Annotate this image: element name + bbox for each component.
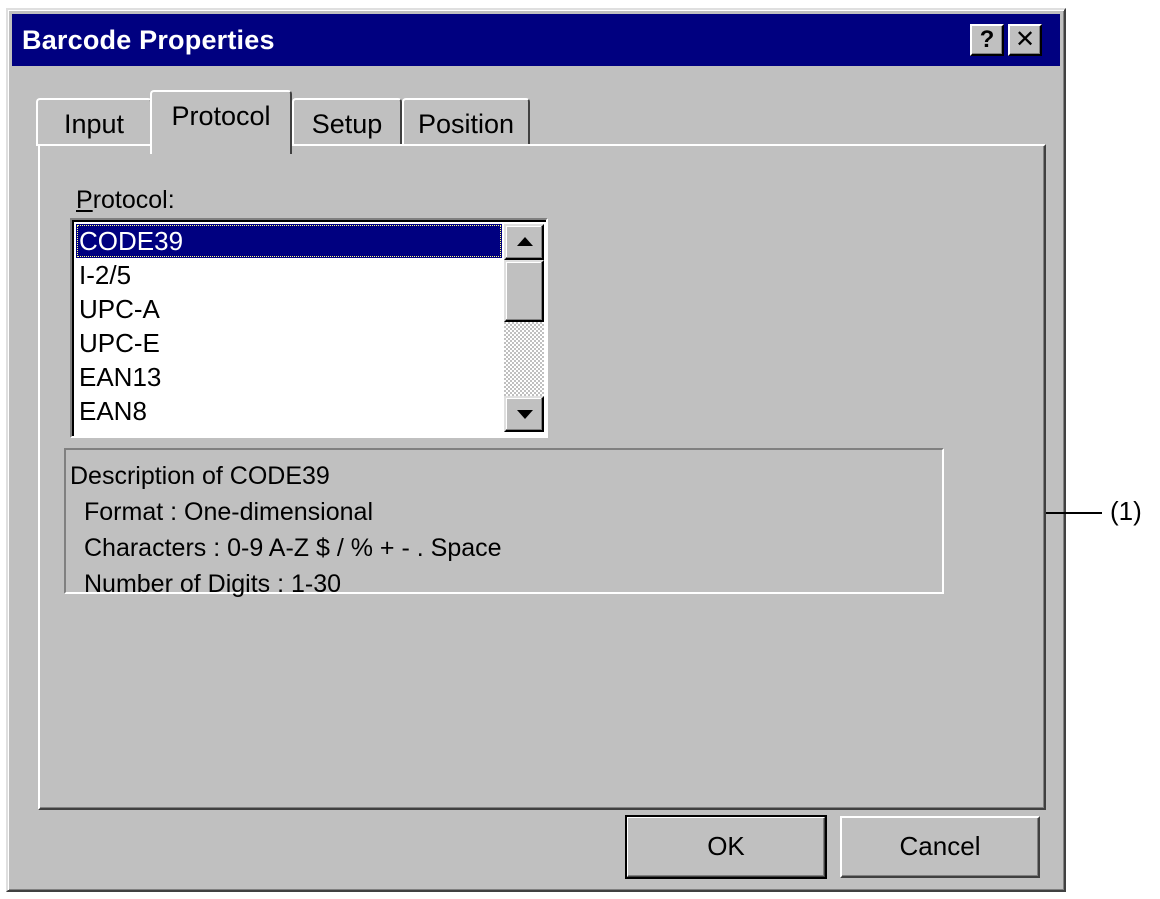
cancel-button[interactable]: Cancel [840,816,1040,878]
tab-input[interactable]: Input [36,98,152,146]
arrow-down-icon [517,410,533,419]
arrow-up-icon [517,237,533,246]
list-item-upca[interactable]: UPC-A [76,292,502,326]
tab-setup-label: Setup [311,109,383,139]
help-button[interactable]: ? [970,24,1004,56]
barcode-properties-dialog: Barcode Properties ? ✕ Input Protocol Se… [6,8,1066,892]
callout-label: (1) [1110,496,1142,526]
tab-setup[interactable]: Setup [292,98,402,146]
window-title: Barcode Properties [22,25,275,55]
protocol-label-mnemonic: P [76,186,93,214]
tab-position-label: Position [417,109,515,139]
ok-button[interactable]: OK [625,815,827,879]
protocol-label: Protocol: [76,186,175,215]
list-item-i25[interactable]: I-2/5 [76,258,502,292]
description-heading: Description of CODE39 [70,462,330,490]
scroll-up-button[interactable] [504,224,544,260]
list-item-ean13[interactable]: EAN13 [76,360,502,394]
scroll-down-button[interactable] [504,396,544,432]
title-bar[interactable]: Barcode Properties ? ✕ [12,14,1060,66]
description-characters: Characters : 0-9 A-Z $ / % + - . Space [84,534,502,562]
protocol-tab-panel: Protocol: CODE39 I-2/5 UPC-A UPC-E EAN13… [38,144,1046,810]
protocol-listbox[interactable]: CODE39 I-2/5 UPC-A UPC-E EAN13 EAN8 [70,218,548,438]
close-button[interactable]: ✕ [1008,24,1042,56]
protocol-scrollbar[interactable] [504,224,544,432]
tab-protocol[interactable]: Protocol [150,90,292,154]
tab-input-label: Input [63,109,125,139]
list-item-code39[interactable]: CODE39 [76,224,502,258]
list-item-upce[interactable]: UPC-E [76,326,502,360]
protocol-description-box: Description of CODE39 Format : One-dimen… [64,448,944,598]
scroll-thumb[interactable] [504,260,544,322]
description-digits: Number of Digits : 1-30 [84,570,342,598]
list-item-ean8[interactable]: EAN8 [76,394,502,428]
protocol-list-items: CODE39 I-2/5 UPC-A UPC-E EAN13 EAN8 [76,224,502,428]
tab-protocol-label: Protocol [171,101,271,131]
description-format: Format : One-dimensional [84,498,374,526]
protocol-label-text: rotocol: [92,186,175,214]
tab-position[interactable]: Position [402,98,530,146]
